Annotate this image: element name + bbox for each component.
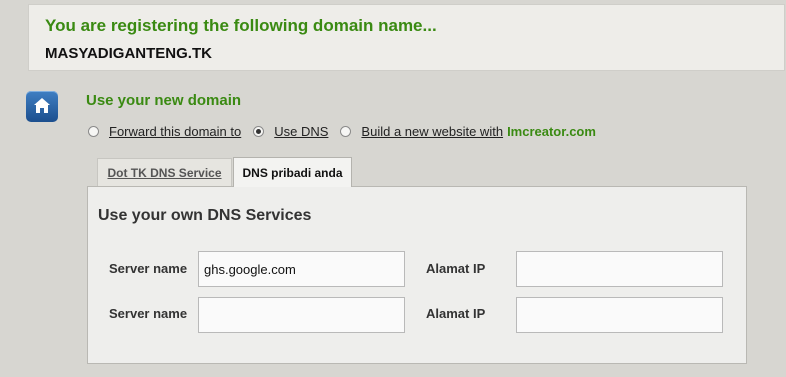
ip-address-input-2[interactable]: [516, 297, 723, 333]
ip-address-input-1[interactable]: [516, 251, 723, 287]
build-website-radio[interactable]: [340, 126, 352, 137]
use-domain-title: Use your new domain: [86, 92, 242, 109]
ip-address-label-2: Alamat IP: [426, 306, 486, 321]
server-name-input-1[interactable]: [198, 251, 405, 287]
forward-domain-radio[interactable]: [88, 126, 99, 137]
tab-dns-pribadi-anda[interactable]: DNS pribadi anda: [233, 157, 352, 187]
forward-domain-label[interactable]: Forward this domain to: [109, 124, 241, 139]
server-name-input-2[interactable]: [198, 297, 405, 333]
use-dns-radio[interactable]: [253, 126, 265, 137]
tab-dot-tk-dns-service[interactable]: Dot TK DNS Service: [97, 158, 232, 186]
server-name-label-2: Server name: [109, 306, 188, 321]
registration-box: You are registering the following domain…: [28, 4, 785, 71]
dns-services-panel: Use your own DNS Services Server name Al…: [87, 186, 747, 364]
registered-domain-name: MASYADIGANTENG.TK: [45, 45, 212, 62]
home-icon: [26, 91, 58, 122]
registration-title: You are registering the following domain…: [45, 16, 437, 35]
dns-panel-title: Use your own DNS Services: [98, 207, 312, 224]
build-website-label[interactable]: Build a new website with: [361, 124, 503, 139]
use-dns-label[interactable]: Use DNS: [274, 124, 328, 139]
imcreator-brand-link[interactable]: Imcreator.com: [507, 124, 596, 139]
ip-address-label-1: Alamat IP: [426, 261, 486, 276]
domain-usage-options: Forward this domain to Use DNS Build a n…: [88, 124, 596, 139]
server-name-label-1: Server name: [109, 261, 188, 276]
